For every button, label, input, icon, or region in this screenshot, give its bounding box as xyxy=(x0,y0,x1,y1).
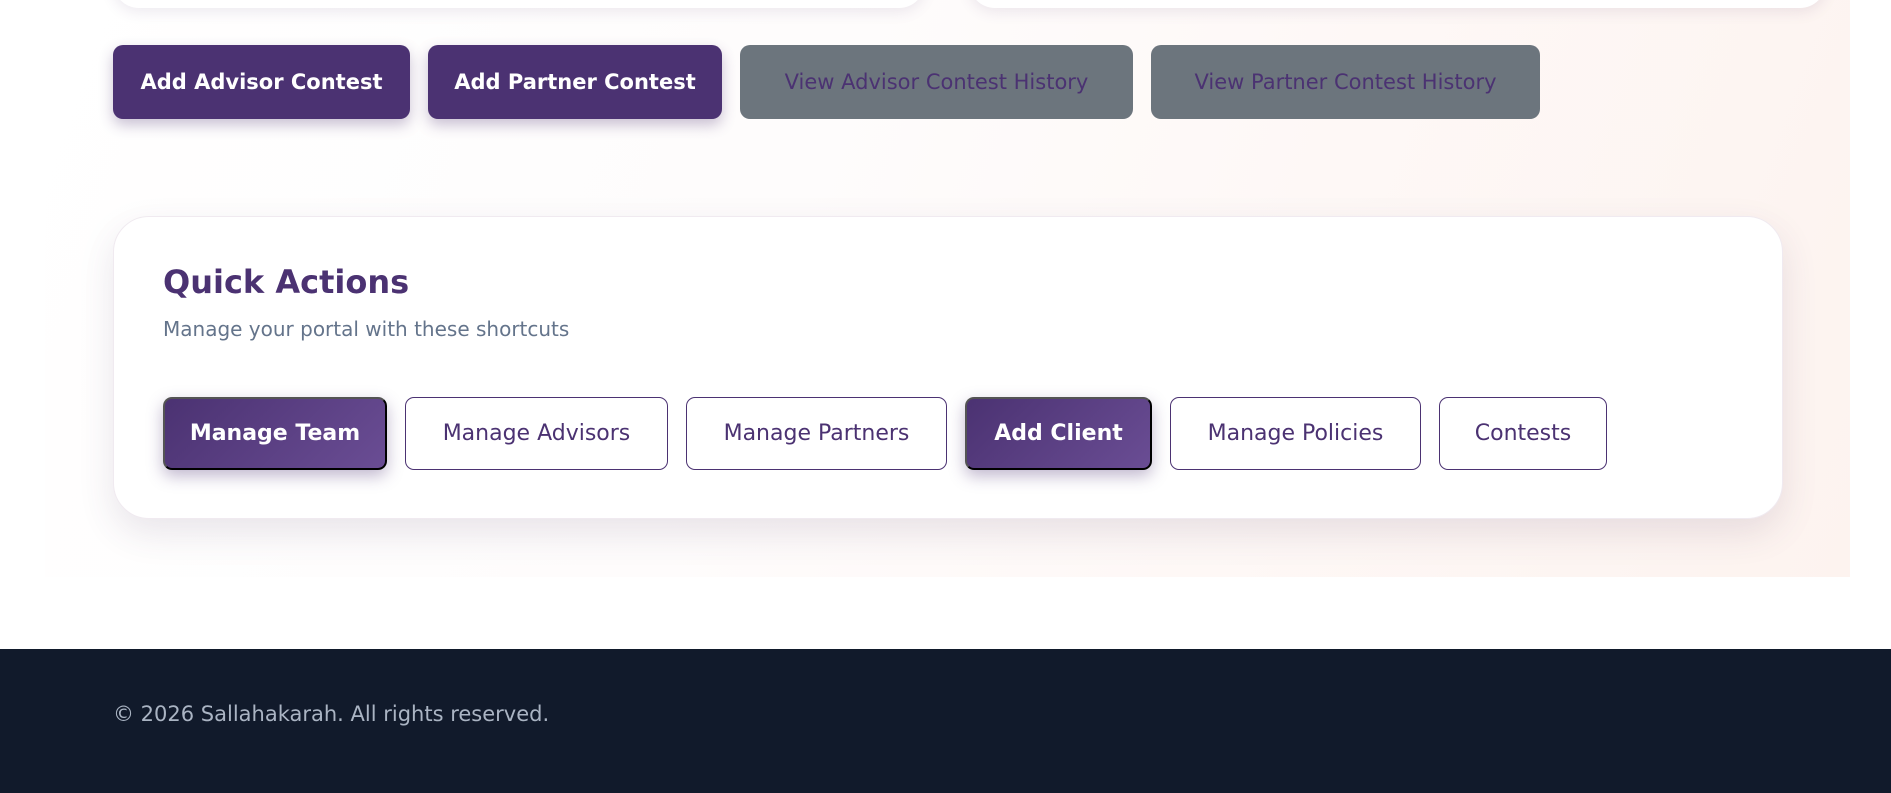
quick-actions-buttons: Manage Team Manage Advisors Manage Partn… xyxy=(163,397,1607,470)
quick-actions-title: Quick Actions xyxy=(163,263,410,301)
add-client-button[interactable]: Add Client xyxy=(965,397,1152,470)
footer-copyright: © 2026 Sallahakarah. All rights reserved… xyxy=(113,702,550,726)
site-footer: © 2026 Sallahakarah. All rights reserved… xyxy=(0,649,1891,793)
manage-partners-button[interactable]: Manage Partners xyxy=(686,397,947,470)
view-partner-contest-history-button[interactable]: View Partner Contest History xyxy=(1151,45,1540,119)
add-partner-contest-button[interactable]: Add Partner Contest xyxy=(428,45,722,119)
view-advisor-contest-history-button[interactable]: View Advisor Contest History xyxy=(740,45,1133,119)
manage-policies-button[interactable]: Manage Policies xyxy=(1170,397,1421,470)
dashboard-main: Add Advisor Contest Add Partner Contest … xyxy=(45,0,1850,577)
contest-actions-row: Add Advisor Contest Add Partner Contest … xyxy=(113,45,1540,119)
summary-card-right xyxy=(969,0,1826,8)
quick-actions-subtitle: Manage your portal with these shortcuts xyxy=(163,317,570,341)
quick-actions-card: Quick Actions Manage your portal with th… xyxy=(113,216,1783,519)
manage-advisors-button[interactable]: Manage Advisors xyxy=(405,397,668,470)
add-advisor-contest-button[interactable]: Add Advisor Contest xyxy=(113,45,410,119)
summary-card-left xyxy=(113,0,925,8)
manage-team-button[interactable]: Manage Team xyxy=(163,397,387,470)
contests-button[interactable]: Contests xyxy=(1439,397,1607,470)
